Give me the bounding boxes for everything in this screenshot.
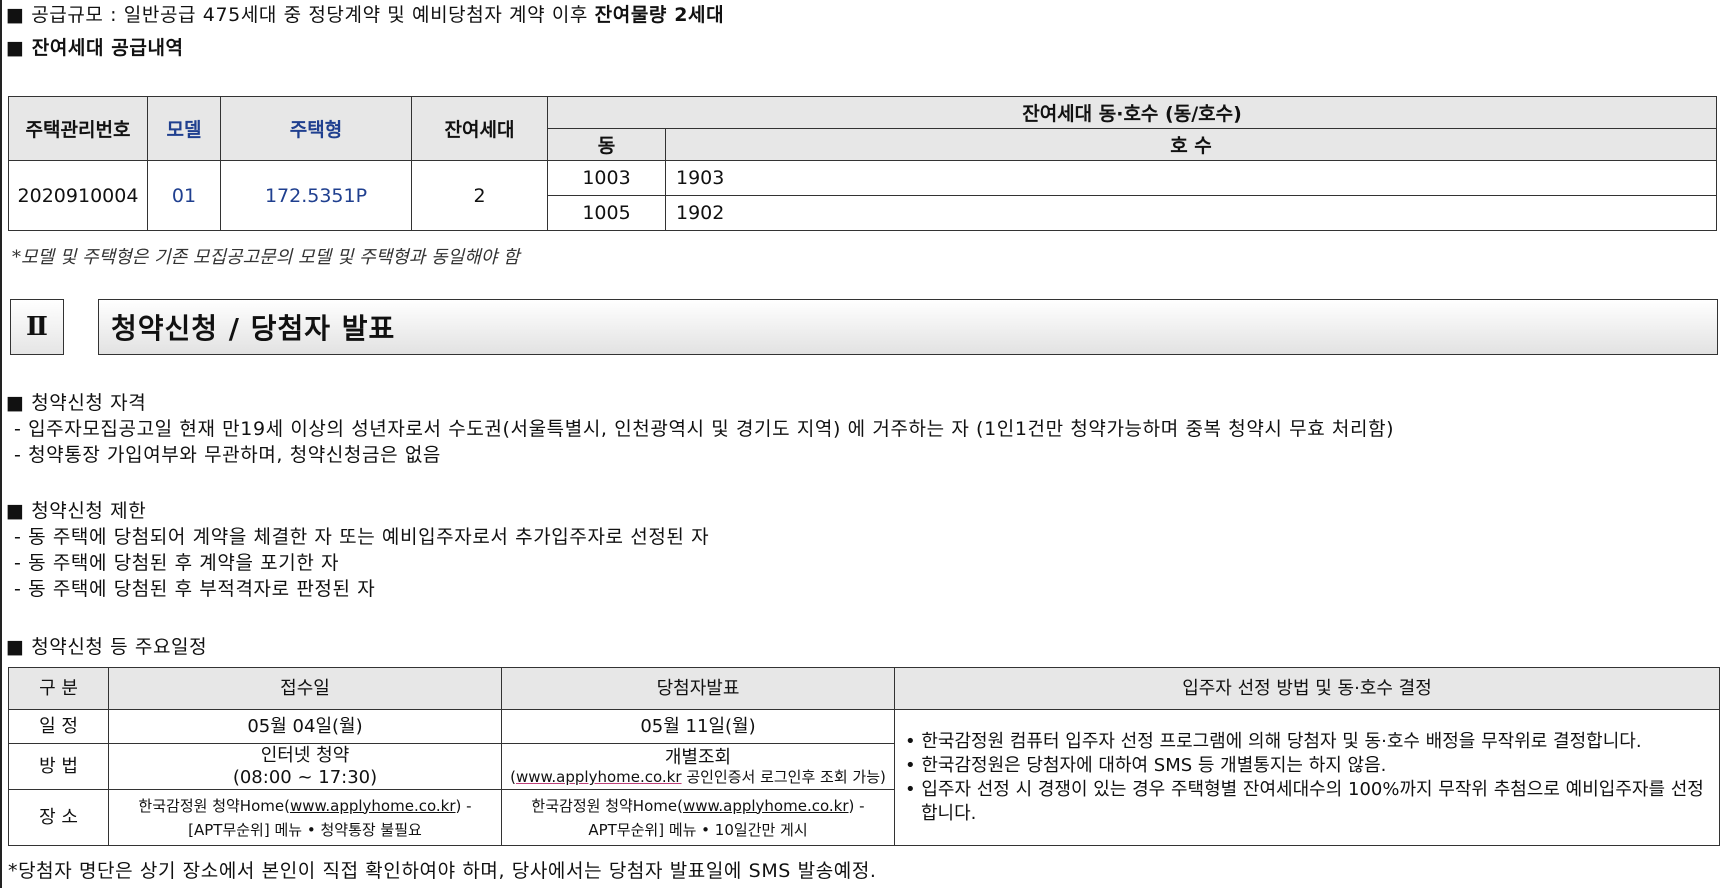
schedule-heading: ■ 청약신청 등 주요일정 [6,636,208,658]
method-announce-rest: 공인인증서 로그인후 조회 가능) [681,768,886,787]
supply-scale-line: ■ 공급규모 : 일반공급 475세대 중 정당계약 및 예비당첨자 계약 이후… [6,0,724,27]
table-row: 2020910004 01 172.5351P 2 1003 1903 [8,160,1717,231]
header-type: 주택형 [220,96,412,161]
method-receipt-line: 인터넷 청약 [260,744,350,766]
header-model: 모델 [147,96,221,161]
place-receipt-prefix: 한국감정원 청약Home( [138,796,290,815]
applyhome-link[interactable]: www.applyhome.co.kr [516,768,682,786]
section-title: 청약신청 / 당첨자 발표 [98,299,1718,355]
place-announce-prefix: 한국감정원 청약Home( [531,796,683,815]
cell-place-receipt: 한국감정원 청약Home(www.applyhome.co.kr) - [APT… [108,789,502,846]
restriction-heading: ■ 청약신청 제한 [6,500,147,522]
header-ho: 호 수 [665,128,1717,161]
header-method: 입주자 선정 방법 및 동·호수 결정 [894,667,1720,710]
cell-date-receipt: 05월 04일(월) [108,709,502,744]
supply-scale-text: ■ 공급규모 : 일반공급 475세대 중 정당계약 및 예비당첨자 계약 이후 [6,4,595,26]
restriction-item: - 동 주택에 당첨된 후 부적격자로 판정된 자 [14,578,376,600]
header-announce: 당첨자발표 [501,667,895,710]
place-announce-line-2: APT무순위] 메뉴 • 10일간만 게시 [588,820,808,839]
section-number: Ⅱ [10,299,64,355]
method-item: • 입주자 선정 시 경쟁이 있는 경우 주택형별 잔여세대수의 100%까지 … [905,778,1704,824]
supply-scale-bold: 잔여물량 2세대 [594,4,725,26]
applyhome-link[interactable]: www.applyhome.co.kr [290,797,456,815]
eligibility-item: - 청약통장 가입여부와 무관하며, 청약신청금은 없음 [14,444,441,466]
cell-model: 01 [147,160,221,231]
supply-table: 주택관리번호 모델 주택형 잔여세대 잔여세대 동·호수 (동/호수) 동 호 … [8,96,1717,231]
cell-date-announce: 05월 11일(월) [501,709,895,744]
header-dong: 동 [547,128,666,161]
cell-mgmt-no: 2020910004 [8,160,148,231]
cell-ho: 1902 [665,195,1717,231]
cell-ho: 1903 [665,160,1717,196]
place-announce-line-1: 한국감정원 청약Home(www.applyhome.co.kr) - [502,797,894,815]
cell-method-announce: 개별조회 (www.applyhome.co.kr 공인인증서 로그인후 조회 … [501,743,895,790]
table-row: 일 정 05월 04일(월) 05월 11일(월) • 한국감정원 컴퓨터 입주… [8,709,1720,846]
header-receipt: 접수일 [108,667,502,710]
header-unit-group: 잔여세대 동·호수 (동/호수) [547,96,1717,129]
method-announce-line: 개별조회 [664,746,732,768]
method-item: • 한국감정원 컴퓨터 입주자 선정 프로그램에 의해 당첨자 및 동·호수 배… [905,730,1642,752]
method-cell: • 한국감정원 컴퓨터 입주자 선정 프로그램에 의해 당첨자 및 동·호수 배… [894,709,1720,846]
place-receipt-line-1: 한국감정원 청약Home(www.applyhome.co.kr) - [109,797,501,815]
header-remaining: 잔여세대 [411,96,548,161]
cell-place-announce: 한국감정원 청약Home(www.applyhome.co.kr) - APT무… [501,789,895,846]
page-left-border [0,0,2,888]
method-receipt-time: (08:00 ~ 17:30) [232,766,378,788]
method-announce-detail: (www.applyhome.co.kr 공인인증서 로그인후 조회 가능) [510,768,886,787]
row-label-method: 방 법 [8,743,109,790]
header-category: 구 분 [8,667,109,710]
cell-method-receipt: 인터넷 청약 (08:00 ~ 17:30) [108,743,502,790]
place-receipt-line-2: [APT무순위] 메뉴 • 청약통장 불필요 [188,820,422,839]
remaining-heading: ■ 잔여세대 공급내역 [6,37,184,59]
cell-type: 172.5351P [220,160,412,231]
supply-footnote: *모델 및 주택형은 기존 모집공고문의 모델 및 주택형과 동일해야 함 [12,247,520,268]
cell-dong: 1005 [547,195,666,231]
row-label-place: 장 소 [8,789,109,846]
place-receipt-suffix: ) - [455,796,472,815]
method-item: • 한국감정원은 당첨자에 대하여 SMS 등 개별통지는 하지 않음. [905,754,1387,776]
header-mgmt-no: 주택관리번호 [8,96,148,161]
schedule-table: 구 분 접수일 당첨자발표 입주자 선정 방법 및 동·호수 결정 일 정 05… [8,667,1720,846]
eligibility-item: - 입주자모집공고일 현재 만19세 이상의 성년자로서 수도권(서울특별시, … [14,418,1395,440]
applyhome-link[interactable]: www.applyhome.co.kr [683,797,849,815]
schedule-footnote: *당첨자 명단은 상기 장소에서 본인이 직접 확인하여야 하며, 당사에서는 … [8,860,877,882]
row-label-date: 일 정 [8,709,109,744]
cell-dong: 1003 [547,160,666,196]
eligibility-heading: ■ 청약신청 자격 [6,392,147,414]
cell-remaining: 2 [411,160,548,231]
restriction-item: - 동 주택에 당첨되어 계약을 체결한 자 또는 예비입주자로서 추가입주자로… [14,526,710,548]
restriction-item: - 동 주택에 당첨된 후 계약을 포기한 자 [14,552,340,574]
place-announce-suffix: ) - [848,796,865,815]
